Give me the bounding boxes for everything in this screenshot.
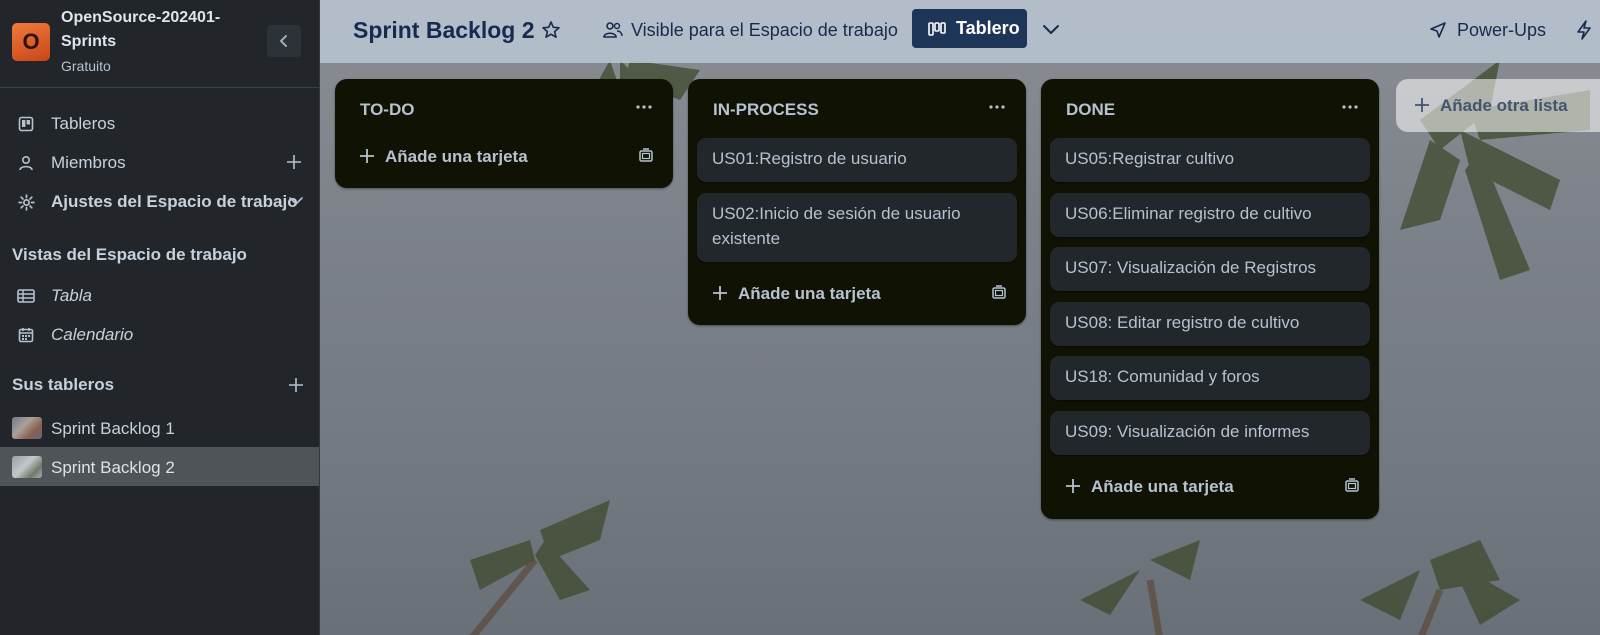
visibility-button[interactable]: Visible para el Espacio de trabajo [603,15,898,45]
chevron-down-icon [289,197,303,206]
people-icon [603,22,623,38]
add-member-button[interactable] [283,151,305,173]
sidebar-item-calendario[interactable]: Calendario [0,317,319,353]
add-card-label: Añade una tarjeta [1091,477,1234,496]
workspace-logo[interactable]: O [12,23,50,61]
table-icon [17,287,35,305]
add-card-label: Añade una tarjeta [738,284,881,303]
board-icon [17,115,35,133]
card[interactable]: US09: Visualización de informes [1050,411,1370,455]
list-done: DONE US05:Registrar cultivo US06:Elimina… [1041,79,1379,519]
more-icon [636,105,652,109]
board-thumbnail [12,417,42,439]
plus-icon [1412,95,1432,115]
list-in-process: IN-PROCESS US01:Registro de usuario US02… [688,79,1026,325]
power-ups-label: Power-Ups [1457,19,1547,40]
your-boards-title: Sus tableros [12,375,115,394]
sidebar-item-tableros[interactable]: Tableros [0,106,319,142]
card-template-icon[interactable] [988,282,1010,304]
card[interactable]: US02:Inicio de sesión de usuario existen… [697,193,1017,262]
list-to-do: TO-DO Añade una tarjeta [335,79,673,188]
visibility-label: Visible para el Espacio de trabajo [631,19,898,40]
person-icon [17,154,35,172]
list-title[interactable]: TO-DO [360,100,414,120]
rocket-icon [1430,22,1446,38]
board-thumbnail [12,456,42,478]
sidebar-item-miembros[interactable]: Miembros [0,145,319,181]
board-view-label: Tablero [956,18,1020,38]
board-header: Sprint Backlog 2 Visible para el Espacio… [320,0,1600,63]
more-icon [989,105,1005,109]
card-template-icon[interactable] [635,145,657,167]
add-card-label: Añade una tarjeta [385,147,528,166]
card[interactable]: US07: Visualización de Registros [1050,247,1370,291]
automation-button[interactable] [1576,15,1600,45]
list-menu-button[interactable] [1335,93,1365,121]
board-canvas: Sprint Backlog 2 Visible para el Espacio… [320,0,1600,635]
sidebar-item-label: Tableros [51,114,116,133]
chevron-down-icon [1043,25,1059,34]
create-board-button[interactable] [285,374,307,396]
power-ups-button[interactable]: Power-Ups [1429,15,1546,45]
plus-icon [1063,476,1083,496]
card[interactable]: US06:Eliminar registro de cultivo [1050,193,1370,237]
list-title[interactable]: IN-PROCESS [713,100,819,120]
switch-view-button[interactable] [1036,14,1066,44]
board-view-icon [928,21,946,36]
add-card-button[interactable]: Añade una tarjeta [1063,469,1363,503]
list-menu-button[interactable] [629,93,659,121]
workspace-plan: Gratuito [61,58,111,74]
plus-icon [287,155,301,169]
sidebar: O OpenSource-202401-Sprints Gratuito Tab… [0,0,320,635]
add-list-button[interactable]: Añade otra lista [1396,79,1600,132]
workspace-views-title: Vistas del Espacio de trabajo [12,245,247,264]
add-card-button[interactable]: Añade una tarjeta [710,276,1010,310]
sidebar-item-label: Ajustes del Espacio de trabajo [51,192,298,211]
star-icon [542,21,560,38]
add-list-label: Añade otra lista [1440,96,1568,115]
sidebar-item-tabla[interactable]: Tabla [0,278,319,314]
board-label: Sprint Backlog 1 [51,419,175,438]
add-card-button[interactable]: Añade una tarjeta [357,139,657,173]
card[interactable]: US05:Registrar cultivo [1050,138,1370,182]
card-template-icon[interactable] [1341,475,1363,497]
plus-icon [357,146,377,166]
plus-icon [289,378,303,392]
board-title[interactable]: Sprint Backlog 2 [353,17,534,44]
lightning-icon [1577,20,1591,40]
card[interactable]: US08: Editar registro de cultivo [1050,302,1370,346]
board-view-button[interactable]: Tablero [912,9,1027,48]
workspace-header: O OpenSource-202401-Sprints Gratuito [0,0,319,88]
star-board-button[interactable] [536,15,566,45]
list-menu-button[interactable] [982,93,1012,121]
calendar-icon [17,326,35,344]
board-label: Sprint Backlog 2 [51,458,175,477]
sidebar-item-label: Tabla [51,286,92,305]
more-icon [1342,105,1358,109]
workspace-name[interactable]: OpenSource-202401-Sprints [61,6,261,54]
collapse-sidebar-button[interactable] [267,25,301,57]
plus-icon [710,283,730,303]
gear-icon [17,193,35,211]
expand-settings-button[interactable] [285,190,307,212]
sidebar-board-sprint-backlog-2[interactable]: Sprint Backlog 2 [0,447,319,486]
sidebar-item-label: Calendario [51,325,134,344]
card[interactable]: US18: Comunidad y foros [1050,356,1370,400]
list-title[interactable]: DONE [1066,100,1115,120]
sidebar-item-label: Miembros [51,153,126,172]
sidebar-item-ajustes[interactable]: Ajustes del Espacio de trabajo [0,184,319,220]
chevron-left-icon [280,35,287,47]
sidebar-board-sprint-backlog-1[interactable]: Sprint Backlog 1 [0,408,319,447]
card[interactable]: US01:Registro de usuario [697,138,1017,182]
